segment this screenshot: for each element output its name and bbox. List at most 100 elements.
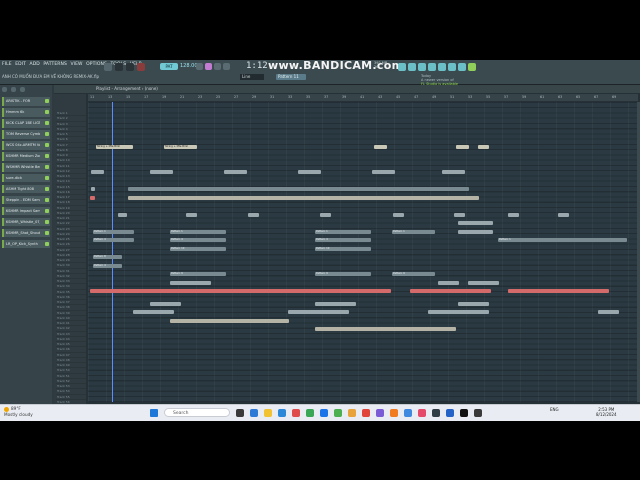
channel-led-icon[interactable]	[45, 142, 49, 147]
weather-widget[interactable]: 89°F Mostly cloudy	[4, 406, 33, 417]
channel-led-icon[interactable]	[45, 208, 49, 213]
playlist-clip[interactable]: Pattern 8	[93, 255, 122, 259]
edge-icon[interactable]	[250, 409, 258, 417]
record-button[interactable]	[137, 63, 145, 71]
playlist-clip[interactable]	[298, 170, 321, 174]
online-icon[interactable]	[468, 63, 476, 71]
channel-row[interactable]: TOM Reverse Cymbal	[2, 129, 50, 139]
taskbar-search[interactable]: Search	[164, 408, 230, 417]
playlist-clip[interactable]: Pattern 1	[315, 229, 371, 234]
playlist-clip[interactable]	[133, 310, 174, 315]
countdown-icon[interactable]	[214, 63, 221, 70]
playlist-clip[interactable]: String + Mte Bmil	[164, 144, 197, 149]
playlist-clip[interactable]	[374, 144, 387, 149]
playlist-clip[interactable]	[91, 170, 104, 174]
playlist-clip[interactable]	[508, 212, 519, 217]
channel-led-icon[interactable]	[45, 197, 49, 202]
playlist-clip[interactable]	[315, 327, 456, 332]
playlist-clip[interactable]	[128, 187, 469, 191]
playlist-clip[interactable]	[315, 301, 356, 306]
playlist-clip[interactable]	[288, 310, 349, 315]
playlist-clip[interactable]: Pattern 1	[93, 229, 134, 234]
playlist-clip[interactable]	[128, 195, 479, 200]
filter-icon[interactable]	[11, 87, 16, 92]
chrome-icon[interactable]	[334, 409, 342, 417]
channel-led-icon[interactable]	[45, 153, 49, 158]
channel-row[interactable]: ASHM Tight 808	[2, 184, 50, 194]
playlist-clip[interactable]	[90, 289, 391, 293]
playlist-clip[interactable]: Pattern 9	[170, 272, 226, 276]
playlist-clip[interactable]	[90, 195, 95, 200]
playlist-clip[interactable]: Pattern 4	[170, 238, 226, 242]
add-channel-icon[interactable]	[20, 87, 25, 92]
playlist-clip[interactable]: Pattern 4	[93, 263, 122, 268]
loop-record-icon[interactable]	[223, 63, 230, 70]
playlist-clip[interactable]	[428, 310, 489, 315]
taskbar-clock[interactable]: 2:53 PM 8/12/2024	[596, 407, 617, 417]
playlist-clip[interactable]	[224, 170, 247, 174]
playlist-clip[interactable]	[458, 221, 493, 225]
channel-led-icon[interactable]	[45, 109, 49, 114]
app-icon-4[interactable]	[348, 409, 356, 417]
app-icon-1[interactable]	[292, 409, 300, 417]
plugin-picker-icon[interactable]	[448, 63, 456, 71]
playlist-clip[interactable]: Pattern 4	[93, 238, 134, 242]
menu-file[interactable]: FILE	[2, 62, 12, 67]
playlist-clip[interactable]: String + Mte Bmil	[96, 144, 133, 149]
playlist-clip[interactable]	[393, 212, 404, 217]
menu-patterns[interactable]: PATTERNS	[43, 62, 67, 67]
playlist-clip[interactable]	[442, 170, 465, 174]
channel-row[interactable]: WCS 04c-ARMTM Va	[2, 140, 50, 150]
channel-row[interactable]: ARISTIK - FOR	[2, 97, 50, 106]
app-icon-6[interactable]	[376, 409, 384, 417]
app-icon-9[interactable]	[432, 409, 440, 417]
playlist-clip[interactable]	[170, 280, 211, 285]
channel-row[interactable]: Steppin - EDM Sample	[2, 195, 50, 205]
app-icon-10[interactable]	[446, 409, 454, 417]
arrangement-grid[interactable]: String + Mte Bmil String + Mte Bmil Patter…	[88, 102, 638, 402]
channel-led-icon[interactable]	[45, 241, 49, 246]
stop-button[interactable]	[126, 63, 134, 71]
app-icon-3[interactable]	[320, 409, 328, 417]
pat-mode-badge[interactable]: PAT	[160, 63, 178, 70]
channel-led-icon[interactable]	[45, 230, 49, 235]
piano-roll-icon[interactable]	[418, 63, 426, 71]
app-icon-5[interactable]	[362, 409, 370, 417]
channel-row[interactable]: Hmmm 6k	[2, 107, 50, 117]
playlist-clip[interactable]	[91, 187, 95, 191]
channel-row[interactable]: KSHMR_Whistle_07_1	[2, 217, 50, 227]
playlist-clip[interactable]	[150, 170, 173, 174]
channel-row[interactable]: KSHMR Medium Zoom	[2, 151, 50, 161]
metronome-icon[interactable]	[196, 63, 203, 70]
playlist-clip[interactable]: Pattern 10	[170, 246, 226, 251]
playlist-clip[interactable]	[508, 289, 609, 293]
snap-select[interactable]: Line	[240, 74, 264, 80]
app-icon-11[interactable]	[460, 409, 468, 417]
browser-icon[interactable]	[438, 63, 446, 71]
playlist-clip[interactable]	[170, 318, 289, 323]
playlist-clip[interactable]	[454, 212, 465, 217]
channel-led-icon[interactable]	[45, 99, 49, 103]
channel-led-icon[interactable]	[45, 186, 49, 191]
playlist-clip[interactable]: Pattern 10	[315, 246, 371, 251]
system-tray[interactable]: ENG	[550, 407, 559, 412]
tempo-tapper-icon[interactable]	[458, 63, 466, 71]
playlist-clip[interactable]	[186, 212, 197, 217]
windows-start-icon[interactable]	[150, 409, 158, 417]
timeline-ruler[interactable]: 11 13 15 17 19 21 23 25 27 29 31 33 35 37 39 41 43 45 47 49…	[88, 94, 638, 101]
explorer-icon[interactable]	[264, 409, 272, 417]
playlist-clip[interactable]	[456, 144, 469, 149]
tray-language[interactable]: ENG	[550, 407, 559, 412]
mixer-icon[interactable]	[398, 63, 406, 71]
playlist-clip[interactable]	[598, 310, 619, 315]
playlist-clip[interactable]: Pattern 9	[392, 272, 435, 276]
menu-view[interactable]: VIEW	[70, 62, 82, 67]
arrow-icon[interactable]	[2, 87, 7, 92]
playlist-clip[interactable]: Pattern 1	[498, 238, 627, 242]
menu-edit[interactable]: EDIT	[15, 62, 26, 67]
channel-row[interactable]: sure-dick	[2, 173, 50, 183]
playlist-clip[interactable]	[478, 144, 489, 149]
app-icon-8[interactable]	[418, 409, 426, 417]
play-button[interactable]	[115, 63, 123, 71]
playlist-clip[interactable]	[458, 301, 489, 306]
